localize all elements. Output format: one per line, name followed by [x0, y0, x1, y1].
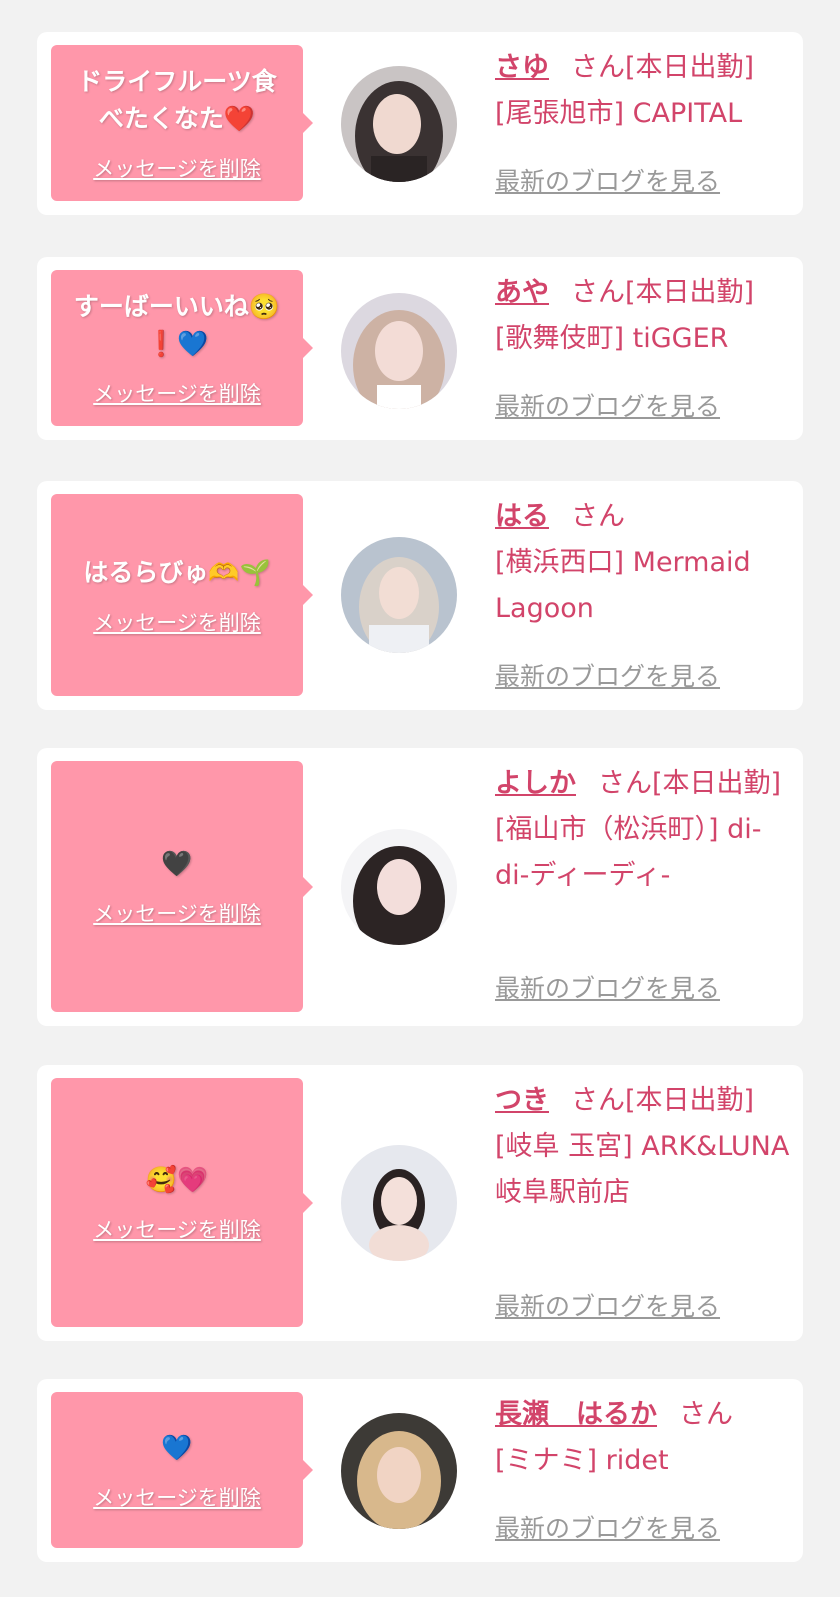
honorific-status: さん[本日出勤] — [571, 52, 755, 83]
honorific-status: さん[本日出勤] — [598, 768, 782, 799]
shop-name: [横浜西口] Mermaid Lagoon — [495, 547, 751, 624]
message-bubble: 🖤 メッセージを削除 — [51, 761, 313, 1012]
avatar[interactable] — [341, 829, 457, 945]
avatar[interactable] — [341, 537, 457, 653]
profile-info: さゆ さん[本日出勤] [尾張旭市] CAPITAL 最新のブログを見る — [495, 45, 795, 196]
honorific-status: さん[本日出勤] — [571, 277, 755, 308]
blog-link[interactable]: 最新のブログを見る — [495, 966, 720, 1012]
message-bubble: 💙 メッセージを削除 — [51, 1392, 313, 1548]
profile-name-link[interactable]: 長瀬 はるか — [495, 1399, 657, 1430]
message-card: 🥰💗 メッセージを削除 つき さん[本日出勤] [岐阜 玉宮] ARK&LUNA … — [37, 1065, 803, 1341]
delete-message-link[interactable]: メッセージを削除 — [93, 153, 261, 183]
message-card: はるらびゅ🫶🌱 メッセージを削除 はる さん [横浜西口] Mermaid Lag… — [37, 481, 803, 710]
message-card: ドライフルーツ食べたくなた❤️ メッセージを削除 さゆ さん[本日出勤] [尾張旭… — [37, 32, 803, 215]
delete-message-link[interactable]: メッセージを削除 — [93, 378, 261, 408]
delete-message-link[interactable]: メッセージを削除 — [93, 607, 261, 637]
delete-message-link[interactable]: メッセージを削除 — [93, 1482, 261, 1512]
honorific-status: さん — [679, 1399, 733, 1430]
message-card: 🖤 メッセージを削除 よしか さん[本日出勤] [福山市（松浜町）] di-di-… — [37, 748, 803, 1026]
message-text: 🥰💗 — [145, 1165, 209, 1194]
profile-info: よしか さん[本日出勤] [福山市（松浜町）] di-di-ディーディ- 最新のブ… — [495, 761, 795, 1003]
profile-info: つき さん[本日出勤] [岐阜 玉宮] ARK&LUNA 岐阜駅前店 最新のブログ… — [495, 1078, 795, 1321]
message-text: ドライフルーツ食べたくなた❤️ — [77, 67, 277, 133]
honorific-status: さん[本日出勤] — [571, 1085, 755, 1116]
message-card: すーばーいいね🥺❗💙 メッセージを削除 あや さん[本日出勤] [歌舞伎町] ti… — [37, 257, 803, 440]
delete-message-link[interactable]: メッセージを削除 — [93, 898, 261, 928]
message-card: 💙 メッセージを削除 長瀬 はるか さん [ミナミ] ridet 最新のブログを見… — [37, 1379, 803, 1562]
blog-link[interactable]: 最新のブログを見る — [495, 1284, 720, 1330]
message-bubble: ドライフルーツ食べたくなた❤️ メッセージを削除 — [51, 45, 313, 201]
message-text: 🖤 — [161, 849, 193, 878]
avatar[interactable] — [341, 1413, 457, 1529]
profile-name-link[interactable]: あや — [495, 277, 549, 308]
shop-name: [歌舞伎町] tiGGER — [495, 323, 729, 354]
shop-name: [尾張旭市] CAPITAL — [495, 98, 743, 129]
profile-name-link[interactable]: さゆ — [495, 52, 549, 83]
profile-name-link[interactable]: つき — [495, 1085, 549, 1116]
avatar[interactable] — [341, 293, 457, 409]
message-bubble: すーばーいいね🥺❗💙 メッセージを削除 — [51, 270, 313, 426]
profile-info: はる さん [横浜西口] Mermaid Lagoon 最新のブログを見る — [495, 494, 795, 691]
shop-name: [福山市（松浜町）] di-di-ディーディ- — [495, 814, 762, 891]
message-text: 💙 — [161, 1432, 193, 1462]
message-text: はるらびゅ🫶🌱 — [83, 557, 271, 587]
message-bubble: 🥰💗 メッセージを削除 — [51, 1078, 313, 1327]
avatar[interactable] — [341, 66, 457, 182]
message-bubble: はるらびゅ🫶🌱 メッセージを削除 — [51, 494, 313, 696]
profile-info: あや さん[本日出勤] [歌舞伎町] tiGGER 最新のブログを見る — [495, 270, 795, 421]
profile-name-link[interactable]: よしか — [495, 768, 576, 799]
delete-message-link[interactable]: メッセージを削除 — [93, 1214, 261, 1244]
avatar[interactable] — [341, 1145, 457, 1261]
blog-link[interactable]: 最新のブログを見る — [495, 1506, 720, 1552]
blog-link[interactable]: 最新のブログを見る — [495, 384, 720, 430]
shop-name: [ミナミ] ridet — [495, 1445, 669, 1476]
shop-name: [岐阜 玉宮] ARK&LUNA 岐阜駅前店 — [495, 1131, 790, 1208]
profile-info: 長瀬 はるか さん [ミナミ] ridet 最新のブログを見る — [495, 1392, 795, 1543]
blog-link[interactable]: 最新のブログを見る — [495, 159, 720, 205]
blog-link[interactable]: 最新のブログを見る — [495, 654, 720, 700]
honorific-status: さん — [571, 501, 625, 532]
profile-name-link[interactable]: はる — [495, 501, 549, 532]
message-text: すーばーいいね🥺❗💙 — [73, 292, 281, 358]
